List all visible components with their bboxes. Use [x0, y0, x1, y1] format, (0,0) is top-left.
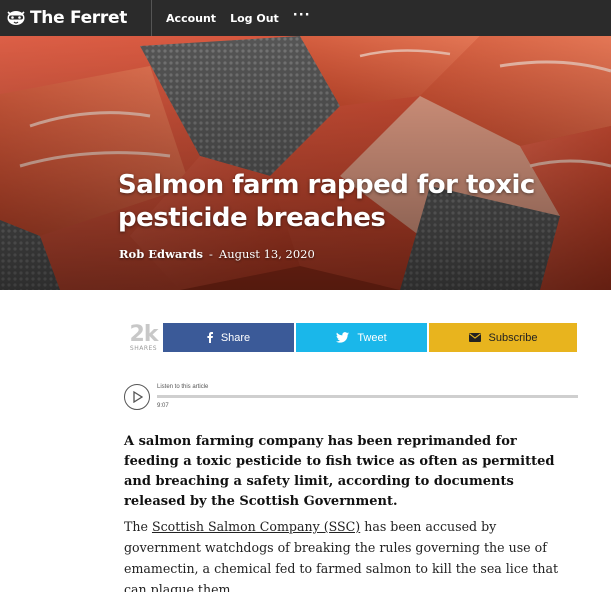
- play-icon: [133, 391, 143, 403]
- share-bar: 2k SHARES Share Tweet Subscribe: [124, 323, 577, 352]
- more-menu-icon[interactable]: ···: [293, 8, 311, 23]
- player-progress-track[interactable]: [157, 395, 578, 398]
- author-name[interactable]: Rob Edwards: [119, 247, 203, 261]
- hero-banner: Salmon farm rapped for toxic pesticide b…: [0, 36, 611, 290]
- brand-logo[interactable]: The Ferret: [0, 0, 139, 36]
- byline-separator: -: [209, 247, 213, 261]
- subscribe-button[interactable]: Subscribe: [429, 323, 577, 352]
- player-label: Listen to this article: [157, 384, 209, 390]
- subscribe-label: Subscribe: [488, 331, 538, 344]
- share-count-label: SHARES: [129, 344, 158, 352]
- twitter-bird-icon: [336, 332, 350, 343]
- twitter-tweet-label: Tweet: [357, 331, 387, 344]
- ferret-logo-icon: [7, 11, 25, 25]
- article-paragraph: The Scottish Salmon Company (SSC) has be…: [124, 516, 574, 592]
- brand-name: The Ferret: [30, 8, 128, 28]
- nav-logout-link[interactable]: Log Out: [230, 12, 279, 25]
- ssc-link[interactable]: Scottish Salmon Company (SSC): [152, 519, 360, 534]
- article-lede: A salmon farming company has been reprim…: [124, 434, 555, 509]
- twitter-tweet-button[interactable]: Tweet: [296, 323, 427, 352]
- publish-date: August 13, 2020: [218, 247, 315, 261]
- nav-account-link[interactable]: Account: [166, 12, 216, 25]
- share-count: 2k SHARES: [124, 321, 163, 352]
- player-duration: 9:07: [157, 403, 169, 409]
- play-button[interactable]: [124, 384, 150, 410]
- facebook-icon: [207, 332, 213, 343]
- facebook-share-button[interactable]: Share: [163, 323, 294, 352]
- share-count-number: 2k: [129, 321, 159, 347]
- byline: Rob Edwards - August 13, 2020: [119, 247, 315, 261]
- nav-divider: [151, 0, 153, 36]
- facebook-share-label: Share: [220, 331, 251, 344]
- top-nav: The Ferret Account Log Out ···: [0, 0, 611, 36]
- paragraph-text-start: The: [124, 519, 152, 534]
- article-title: Salmon farm rapped for toxic pesticide b…: [118, 170, 535, 233]
- envelope-icon: [468, 333, 481, 342]
- audio-player: Listen to this article 9:07: [124, 382, 578, 412]
